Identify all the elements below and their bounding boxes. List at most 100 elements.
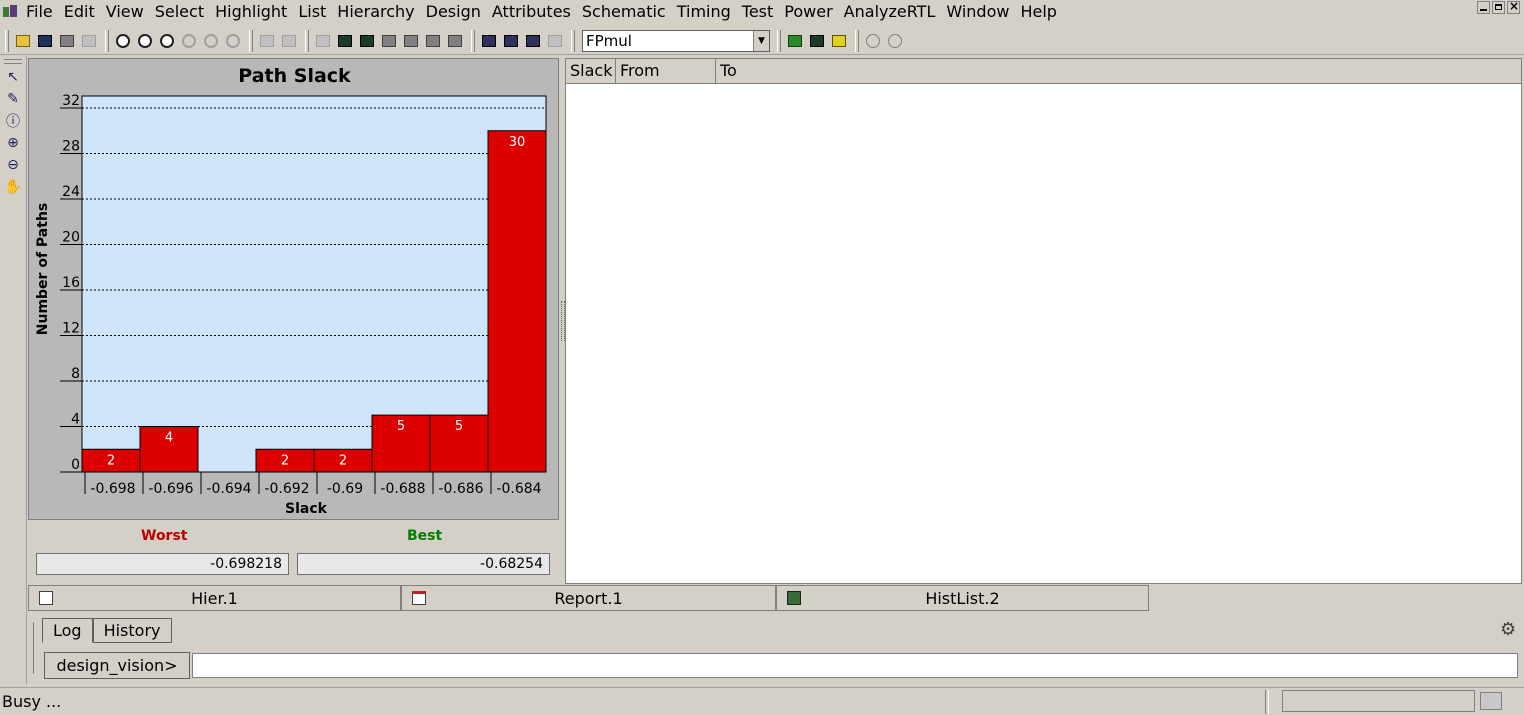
menu-hierarchy[interactable]: Hierarchy [333, 0, 421, 24]
schematic-button-5[interactable] [401, 31, 421, 51]
prompt-button[interactable]: design_vision> [44, 652, 190, 679]
schematic-button-6[interactable] [423, 31, 443, 51]
push-into-button[interactable] [257, 31, 277, 51]
console-grip[interactable] [33, 622, 37, 674]
schematic-button-1[interactable] [313, 31, 333, 51]
y-tick-label: 4 [71, 412, 80, 428]
pop-out-button[interactable] [279, 31, 299, 51]
histogram-button-3[interactable] [523, 31, 543, 51]
gear-icon[interactable]: ⚙ [1500, 621, 1518, 639]
toolbar-grip[interactable] [105, 29, 109, 52]
close-icon[interactable] [1507, 0, 1520, 14]
zoom-next-icon [204, 33, 218, 48]
best-value-field[interactable]: -0.68254 [297, 553, 550, 575]
info-icon[interactable]: ⓘ [3, 111, 23, 131]
zoom-next-button[interactable] [201, 31, 221, 51]
command-input[interactable] [192, 653, 1518, 678]
schematic-button-7[interactable] [445, 31, 465, 51]
status-button[interactable] [1480, 692, 1502, 710]
back-icon [866, 33, 880, 48]
zoom-in-icon[interactable]: ⊕ [3, 133, 23, 153]
zoom-2-button[interactable] [135, 31, 155, 51]
menu-list[interactable]: List [294, 0, 333, 24]
tab-log[interactable]: Log [42, 618, 93, 643]
menu-file[interactable]: File [22, 0, 60, 24]
design-select[interactable]: FPmul ▼ [582, 29, 770, 52]
toolbar-grip[interactable] [249, 29, 253, 52]
histogram-bar [487, 130, 547, 473]
menu-timing[interactable]: Timing [673, 0, 738, 24]
tab-report[interactable]: Report.1 [401, 585, 776, 611]
toolbar-grip[interactable] [855, 29, 859, 52]
menu-power[interactable]: Power [780, 0, 839, 24]
tab-hier[interactable]: Hier.1 [28, 585, 401, 611]
toolbar-grip[interactable] [5, 29, 9, 52]
schematic-button-3[interactable] [357, 31, 377, 51]
properties-button[interactable] [79, 31, 99, 51]
design-button-1[interactable] [785, 31, 805, 51]
zoom-region-button[interactable] [157, 31, 177, 51]
menu-attributes[interactable]: Attributes [488, 0, 578, 24]
histogram-button-4[interactable] [545, 31, 565, 51]
design-button-2[interactable] [807, 31, 827, 51]
menu-analyzertl[interactable]: AnalyzeRTL [840, 0, 943, 24]
main-toolbar: FPmul ▼ [0, 27, 1524, 55]
worst-value-field[interactable]: -0.698218 [36, 553, 289, 575]
restore-icon[interactable] [1492, 1, 1505, 14]
nav-forward-button[interactable] [885, 31, 905, 51]
open-button[interactable] [13, 31, 33, 51]
menu-design[interactable]: Design [422, 0, 488, 24]
column-header-from[interactable]: From [616, 59, 716, 83]
best-label: Best [407, 528, 443, 544]
status-text: Busy ... [2, 692, 62, 711]
bar-value-label: 5 [397, 419, 405, 434]
zoom-out-icon[interactable]: ⊖ [3, 155, 23, 175]
select-pointer-icon[interactable]: ↖ [3, 67, 23, 87]
push-into-icon [260, 34, 274, 47]
schematic-button-2[interactable] [335, 31, 355, 51]
zoom-prev-button[interactable] [179, 31, 199, 51]
menu-highlight[interactable]: Highlight [211, 0, 294, 24]
menu-schematic[interactable]: Schematic [578, 0, 673, 24]
histogram-button-2[interactable] [501, 31, 521, 51]
schematic-button-4[interactable] [379, 31, 399, 51]
schematic-icon [360, 34, 374, 47]
menu-window[interactable]: Window [942, 0, 1016, 24]
y-tick-label: 16 [62, 275, 80, 291]
pan-hand-icon[interactable]: ✋ [3, 177, 23, 197]
chevron-down-icon[interactable]: ▼ [753, 30, 769, 51]
menu-select[interactable]: Select [151, 0, 211, 24]
pencil-icon[interactable]: ✎ [3, 89, 23, 109]
menu-test[interactable]: Test [738, 0, 781, 24]
toolbar-grip[interactable] [305, 29, 309, 52]
column-header-to[interactable]: To [716, 59, 1521, 83]
toolbar-grip[interactable] [571, 29, 575, 52]
menu-view[interactable]: View [102, 0, 151, 24]
tab-history[interactable]: History [92, 618, 172, 643]
tool-strip-grip[interactable] [4, 59, 22, 64]
check-design-button[interactable] [829, 31, 849, 51]
design-icon [788, 34, 802, 47]
schematic-icon [338, 34, 352, 47]
print-button[interactable] [57, 31, 77, 51]
tab-histlist[interactable]: HistList.2 [776, 585, 1149, 611]
bar-value-label: 4 [165, 431, 173, 446]
minimize-icon[interactable] [1477, 1, 1490, 14]
menu-help[interactable]: Help [1016, 0, 1063, 24]
nav-back-button[interactable] [863, 31, 883, 51]
bar-value-label: 2 [339, 453, 347, 468]
toolbar-grip[interactable] [777, 29, 781, 52]
schematic-icon [448, 34, 462, 47]
menu-edit[interactable]: Edit [60, 0, 102, 24]
zoom-selection-button[interactable] [223, 31, 243, 51]
print-icon [60, 34, 74, 47]
schematic-icon [382, 34, 396, 47]
toolbar-grip[interactable] [471, 29, 475, 52]
y-tick-label: 20 [62, 230, 80, 246]
column-header-slack[interactable]: Slack [566, 59, 616, 83]
save-button[interactable] [35, 31, 55, 51]
y-tick-label: 24 [62, 184, 80, 200]
histogram-button-1[interactable] [479, 31, 499, 51]
zoom-fit-button[interactable] [113, 31, 133, 51]
status-divider [1265, 690, 1269, 714]
